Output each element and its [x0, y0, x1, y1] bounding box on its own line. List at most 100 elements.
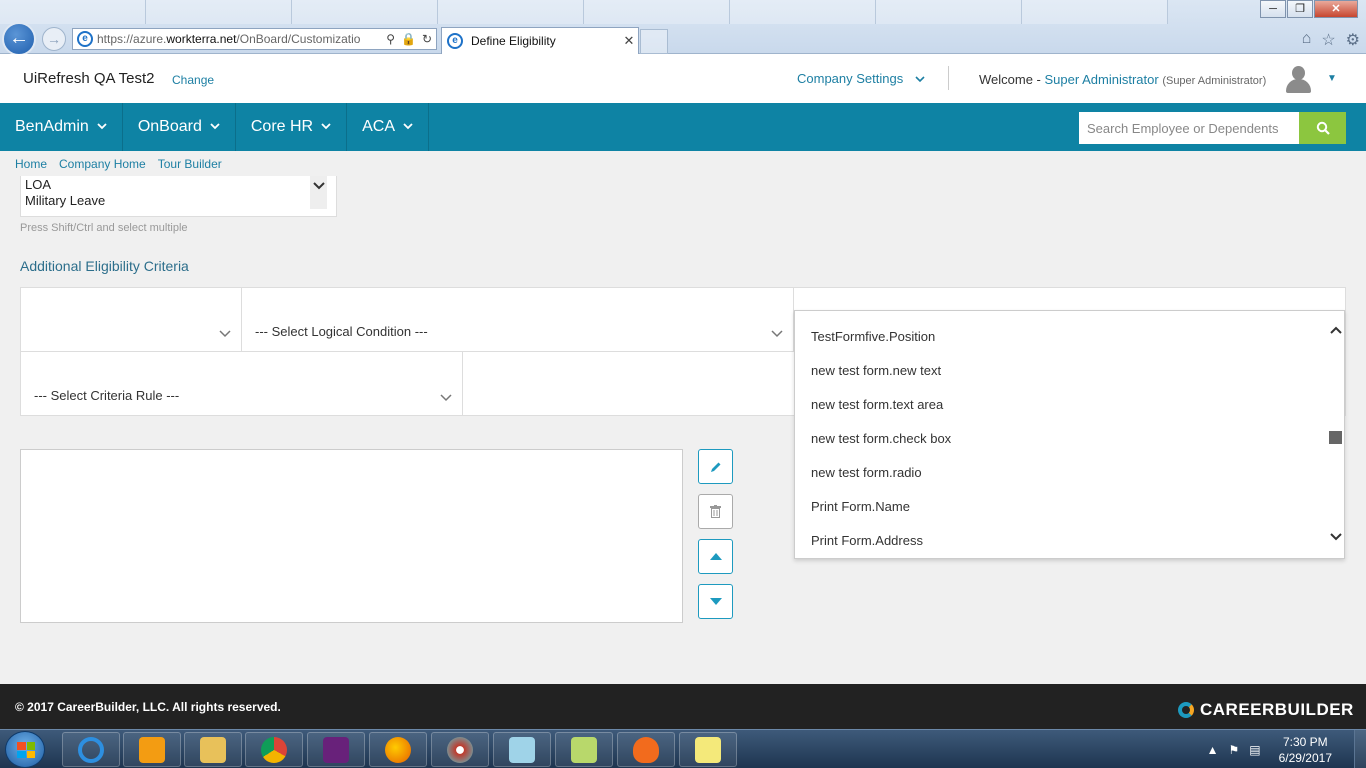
chevron-down-icon [321, 122, 331, 133]
status-multiselect[interactable]: LOA Military Leave [20, 176, 337, 217]
taskbar-visual-studio-icon[interactable] [307, 732, 365, 767]
taskbar-disc-icon[interactable] [431, 732, 489, 767]
caret-down-icon[interactable]: ▼ [1327, 73, 1337, 84]
taskbar-sticky-notes-icon[interactable] [679, 732, 737, 767]
taskbar-firefox-icon[interactable] [369, 732, 427, 767]
list-item[interactable]: Military Leave [21, 193, 336, 209]
close-tab-icon[interactable]: ✕ [620, 33, 638, 49]
background-tabs [0, 0, 1250, 26]
dropdown-option[interactable]: new test form.new text [811, 363, 941, 378]
search-button[interactable] [1299, 112, 1346, 144]
browser-tab[interactable] [1022, 0, 1168, 24]
dropdown-option[interactable]: Print Form.Name [811, 499, 910, 514]
browser-toolbar: ─ ❐ ✕ ← → e https://azure.workterra.net/… [0, 0, 1366, 56]
back-arrow-icon[interactable]: ← [2, 22, 36, 56]
chevron-down-icon [210, 122, 220, 133]
start-button[interactable] [5, 731, 45, 768]
taskbar-editor-icon[interactable] [555, 732, 613, 767]
taskbar-explorer-icon[interactable] [184, 732, 242, 767]
dropdown-option[interactable]: TestFormfive.Position [811, 329, 935, 344]
search-icon[interactable]: ⚲ [386, 32, 395, 46]
move-up-button[interactable] [698, 539, 733, 574]
favorites-star-icon[interactable]: ☆ [1321, 30, 1335, 50]
pencil-icon [710, 462, 720, 472]
field-dropdown-list[interactable]: TestFormfive.Position new test form.new … [794, 310, 1345, 559]
chevron-down-icon[interactable] [310, 179, 327, 193]
breadcrumb-tour-builder[interactable]: Tour Builder [158, 157, 222, 171]
lock-icon[interactable]: 🔒 [401, 32, 416, 46]
nav-item-benadmin[interactable]: BenAdmin [0, 103, 123, 151]
user-name-link[interactable]: Super Administrator [1045, 72, 1159, 87]
tray-expand-icon[interactable]: ▲ [1207, 743, 1219, 757]
new-tab-button[interactable] [640, 29, 668, 54]
chevron-down-icon[interactable] [1327, 529, 1344, 544]
browser-tab[interactable] [584, 0, 730, 24]
taskbar-ie-icon[interactable] [62, 732, 120, 767]
settings-gear-icon[interactable]: ⚙ [1346, 30, 1360, 50]
page-footer: © 2017 CareerBuilder, LLC. All rights re… [0, 684, 1366, 729]
network-icon[interactable]: ▤ [1249, 743, 1260, 757]
system-clock[interactable]: 7:30 PM 6/29/2017 [1279, 734, 1332, 766]
browser-tab[interactable] [876, 0, 1022, 24]
move-down-button[interactable] [698, 584, 733, 619]
address-bar[interactable]: e https://azure.workterra.net/OnBoard/Cu… [72, 28, 437, 50]
avatar[interactable] [1284, 64, 1312, 94]
active-browser-tab[interactable]: e Define Eligibility ✕ [441, 27, 639, 54]
welcome-text: Welcome - Super Administrator (Super Adm… [979, 72, 1267, 87]
close-window-button[interactable]: ✕ [1314, 0, 1358, 18]
taskbar-chrome-icon[interactable] [245, 732, 303, 767]
careerbuilder-logo-icon [1178, 702, 1194, 718]
browser-tab[interactable] [730, 0, 876, 24]
breadcrumb-company-home[interactable]: Company Home [59, 157, 146, 171]
taskbar-media-player-icon[interactable] [123, 732, 181, 767]
window-controls: ─ ❐ ✕ [1259, 0, 1358, 18]
dropdown-scrollbar[interactable] [1327, 311, 1344, 558]
nav-item-onboard[interactable]: OnBoard [123, 103, 236, 151]
nav-item-aca[interactable]: ACA [347, 103, 430, 151]
breadcrumb-home[interactable]: Home [15, 157, 47, 171]
chevron-down-icon [219, 327, 231, 341]
restore-button[interactable]: ❐ [1287, 0, 1313, 18]
scrollbar-thumb[interactable] [1329, 431, 1342, 444]
ie-icon: e [77, 31, 93, 47]
list-item[interactable]: LOA [21, 177, 336, 193]
company-settings-menu[interactable]: Company Settings [797, 71, 925, 86]
minimize-button[interactable]: ─ [1260, 0, 1286, 18]
url-text[interactable]: https://azure.workterra.net/OnBoard/Cust… [97, 32, 386, 46]
system-tray: ▲ ⚑ ▤ 7:30 PM 6/29/2017 [1207, 730, 1366, 768]
forward-arrow-icon[interactable]: → [42, 27, 66, 51]
criteria-rule-select[interactable]: --- Select Criteria Rule --- [20, 351, 463, 416]
copyright-text: © 2017 CareerBuilder, LLC. All rights re… [15, 700, 281, 714]
field-select[interactable] [20, 287, 242, 352]
app-header: UiRefresh QA Test2 Change Company Settin… [0, 54, 1366, 103]
browser-tab[interactable] [146, 0, 292, 24]
home-icon[interactable]: ⌂ [1302, 30, 1312, 50]
chevron-down-icon [440, 391, 452, 405]
nav-item-core-hr[interactable]: Core HR [236, 103, 348, 151]
tab-title: Define Eligibility [471, 34, 556, 48]
logical-condition-select[interactable]: --- Select Logical Condition --- [241, 287, 794, 352]
change-company-link[interactable]: Change [172, 73, 214, 87]
ie-tab-icon: e [447, 33, 463, 49]
taskbar-notepad-icon[interactable] [493, 732, 551, 767]
browser-tab[interactable] [438, 0, 584, 24]
dropdown-option[interactable]: new test form.text area [811, 397, 943, 412]
chevron-up-icon[interactable] [1327, 322, 1344, 337]
browser-tab[interactable] [0, 0, 146, 24]
clock-time: 7:30 PM [1282, 734, 1328, 749]
dropdown-option[interactable]: new test form.check box [811, 431, 951, 446]
multiselect-hint: Press Shift/Ctrl and select multiple [20, 222, 188, 234]
criteria-list-box[interactable] [20, 449, 683, 623]
show-desktop-button[interactable] [1354, 730, 1366, 768]
trash-icon [710, 505, 721, 518]
dropdown-option[interactable]: Print Form.Address [811, 533, 923, 548]
dropdown-option[interactable]: new test form.radio [811, 465, 922, 480]
browser-tab[interactable] [292, 0, 438, 24]
refresh-icon[interactable]: ↻ [422, 32, 432, 46]
edit-button[interactable] [698, 449, 733, 484]
criteria-rule-placeholder: --- Select Criteria Rule --- [34, 388, 180, 403]
action-center-flag-icon[interactable]: ⚑ [1229, 743, 1240, 757]
taskbar-flame-icon[interactable] [617, 732, 675, 767]
delete-button[interactable] [698, 494, 733, 529]
employee-search-input[interactable] [1079, 112, 1299, 144]
